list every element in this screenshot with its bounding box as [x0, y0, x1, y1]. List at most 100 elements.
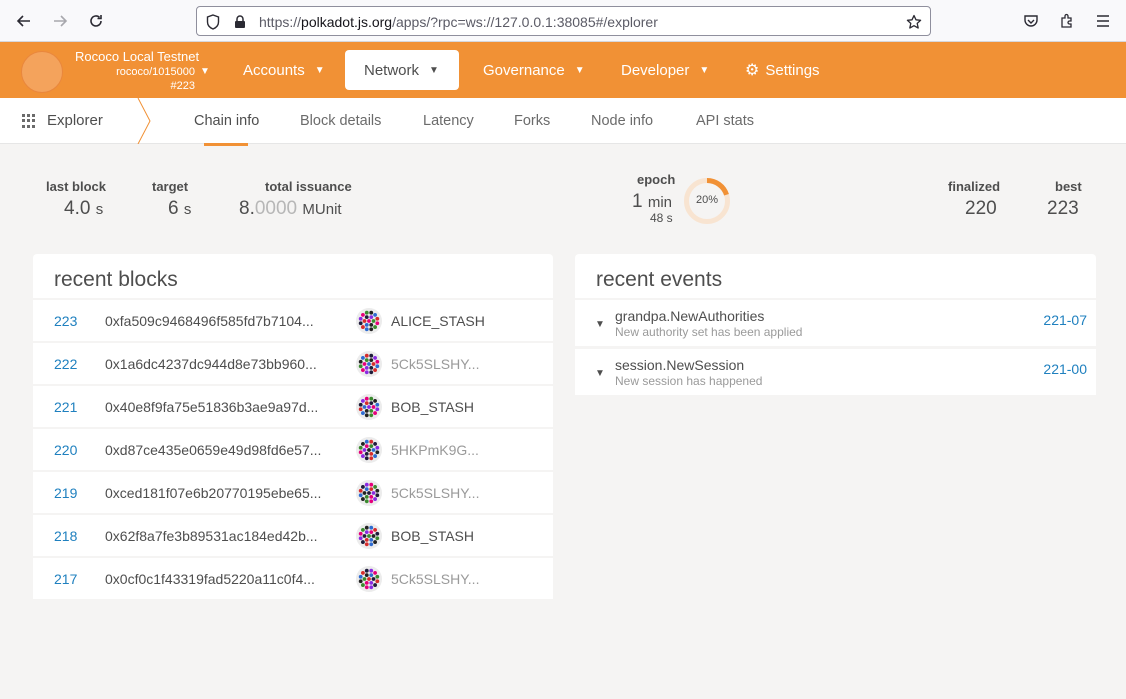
total-issuance-label: total issuance	[265, 179, 352, 194]
block-number-link[interactable]: 222	[54, 356, 77, 372]
event-description: New session has happened	[615, 374, 763, 388]
menu-network[interactable]: Network ▼	[345, 50, 459, 90]
back-icon[interactable]	[12, 9, 36, 33]
identicon-avatar[interactable]	[356, 437, 382, 463]
menu-accounts[interactable]: Accounts ▼	[224, 50, 344, 90]
browser-toolbar: https://polkadot.js.org/apps/?rpc=ws://1…	[0, 0, 1126, 42]
block-number-link[interactable]: 221	[54, 399, 77, 415]
identicon-avatar[interactable]	[356, 351, 382, 377]
reload-icon[interactable]	[84, 9, 108, 33]
finalized-label: finalized	[948, 179, 1001, 194]
hamburger-menu-icon[interactable]	[1092, 10, 1114, 32]
block-row: 217 0x0cf0c1f43319fad5220a11c0f4... 5Ck5SL…	[33, 558, 553, 599]
lock-icon[interactable]	[230, 12, 250, 32]
chain-best-block: #223	[170, 80, 195, 92]
chevron-down-icon: ▼	[574, 64, 585, 76]
event-name: grandpa.NewAuthorities	[615, 308, 765, 324]
block-number-link[interactable]: 220	[54, 442, 77, 458]
last-block-value: 4.0 s	[64, 198, 104, 219]
apps-grid-icon[interactable]	[22, 114, 36, 128]
finalized-value: 220	[965, 198, 997, 219]
block-author[interactable]: 5HKPmK9G...	[391, 442, 479, 458]
url-bar[interactable]: https://polkadot.js.org/apps/?rpc=ws://1…	[196, 6, 931, 36]
block-number-link[interactable]: 219	[54, 485, 77, 501]
chevron-down-icon: ▼	[429, 64, 439, 76]
menu-developer[interactable]: Developer ▼	[602, 50, 728, 90]
recent-events-title: recent events	[596, 268, 723, 291]
tab-node-info[interactable]: Node info	[591, 113, 653, 129]
block-row: 219 0xced181f07e6b20770195ebe65... 5Ck5SLS…	[33, 472, 553, 513]
chevron-down-icon[interactable]: ▼	[200, 66, 210, 77]
chain-spec: rococo/1015000	[116, 66, 195, 78]
block-author[interactable]: 5Ck5SLSHY...	[391, 356, 479, 372]
menu-network-label: Network	[364, 61, 420, 79]
event-block-link[interactable]: 221-07	[1043, 312, 1087, 328]
event-name: session.NewSession	[615, 357, 745, 373]
block-hash: 0x40e8f9fa75e51836b3ae9a97d...	[105, 399, 319, 415]
event-row[interactable]: ▼ grandpa.NewAuthorities New authority set…	[575, 300, 1096, 346]
expand-caret-icon[interactable]: ▼	[595, 368, 605, 379]
block-hash: 0x0cf0c1f43319fad5220a11c0f4...	[105, 571, 315, 587]
identicon-avatar[interactable]	[356, 523, 382, 549]
block-author[interactable]: ALICE_STASH	[391, 313, 485, 329]
event-block-link[interactable]: 221-00	[1043, 361, 1087, 377]
chevron-down-icon: ▼	[699, 64, 710, 76]
block-hash: 0xced181f07e6b20770195ebe65...	[105, 485, 322, 501]
identicon-avatar[interactable]	[356, 394, 382, 420]
bookmark-star-icon[interactable]	[904, 12, 924, 32]
url-text: https://polkadot.js.org/apps/?rpc=ws://1…	[259, 14, 658, 30]
block-author[interactable]: BOB_STASH	[391, 399, 474, 415]
tab-block-details[interactable]: Block details	[300, 113, 381, 129]
active-tab-indicator	[204, 143, 248, 146]
app-header: Rococo Local Testnet rococo/1015000 #223…	[0, 42, 1126, 98]
epoch-progress-percent: 20%	[695, 194, 719, 206]
epoch-seconds: 48 s	[650, 211, 673, 225]
menu-accounts-label: Accounts	[243, 61, 305, 79]
menu-settings[interactable]: ⚙ Settings	[726, 50, 839, 90]
menu-governance-label: Governance	[483, 61, 565, 79]
block-author[interactable]: 5Ck5SLSHY...	[391, 571, 479, 587]
recent-blocks-title: recent blocks	[54, 268, 178, 291]
block-number-link[interactable]: 223	[54, 313, 77, 329]
block-row: 223 0xfa509c9468496f585fd7b7104... ALICE_S…	[33, 300, 553, 341]
tab-api-stats[interactable]: API stats	[696, 113, 754, 129]
epoch-time-value: 1 min	[632, 191, 673, 212]
block-author[interactable]: BOB_STASH	[391, 528, 474, 544]
block-row: 222 0x1a6dc4237dc944d8e73bb960... 5Ck5SLSH…	[33, 343, 553, 384]
identicon-avatar[interactable]	[356, 308, 382, 334]
recent-events-header: recent events	[575, 254, 1096, 298]
expand-caret-icon[interactable]: ▼	[595, 319, 605, 330]
block-number-link[interactable]: 218	[54, 528, 77, 544]
block-author[interactable]: 5Ck5SLSHY...	[391, 485, 479, 501]
epoch-label: epoch	[637, 172, 676, 187]
event-description: New authority set has been applied	[615, 325, 803, 339]
menu-developer-label: Developer	[621, 61, 690, 79]
block-hash: 0xd87ce435e0659e49d98fd6e57...	[105, 442, 322, 458]
block-number-link[interactable]: 217	[54, 571, 77, 587]
target-label: target	[152, 179, 189, 194]
event-row[interactable]: ▼ session.NewSession New session has happe…	[575, 349, 1096, 395]
total-issuance-value: 8.0000 MUnit	[239, 198, 342, 219]
menu-governance[interactable]: Governance ▼	[464, 50, 604, 90]
tab-forks[interactable]: Forks	[514, 113, 550, 129]
menu-settings-label: Settings	[765, 61, 820, 79]
block-hash: 0x1a6dc4237dc944d8e73bb960...	[105, 356, 317, 372]
block-row: 220 0xd87ce435e0659e49d98fd6e57... 5HKPmK9…	[33, 429, 553, 470]
pocket-icon[interactable]	[1020, 10, 1042, 32]
identicon-avatar[interactable]	[356, 566, 382, 592]
breadcrumb-separator	[137, 98, 151, 144]
chain-logo[interactable]	[21, 51, 63, 93]
forward-icon[interactable]	[48, 9, 72, 33]
identicon-avatar[interactable]	[356, 480, 382, 506]
target-value: 6 s	[168, 198, 192, 219]
tab-chain-info[interactable]: Chain info	[194, 113, 259, 129]
chain-name[interactable]: Rococo Local Testnet	[75, 49, 199, 64]
shield-icon[interactable]	[203, 12, 223, 32]
block-hash: 0x62f8a7fe3b89531ac184ed42b...	[105, 528, 318, 544]
tab-latency[interactable]: Latency	[423, 113, 474, 129]
best-label: best	[1055, 179, 1082, 194]
gears-icon: ⚙	[745, 62, 760, 79]
extensions-icon[interactable]	[1056, 10, 1078, 32]
recent-blocks-header: recent blocks	[33, 254, 553, 298]
chevron-down-icon: ▼	[314, 64, 325, 76]
